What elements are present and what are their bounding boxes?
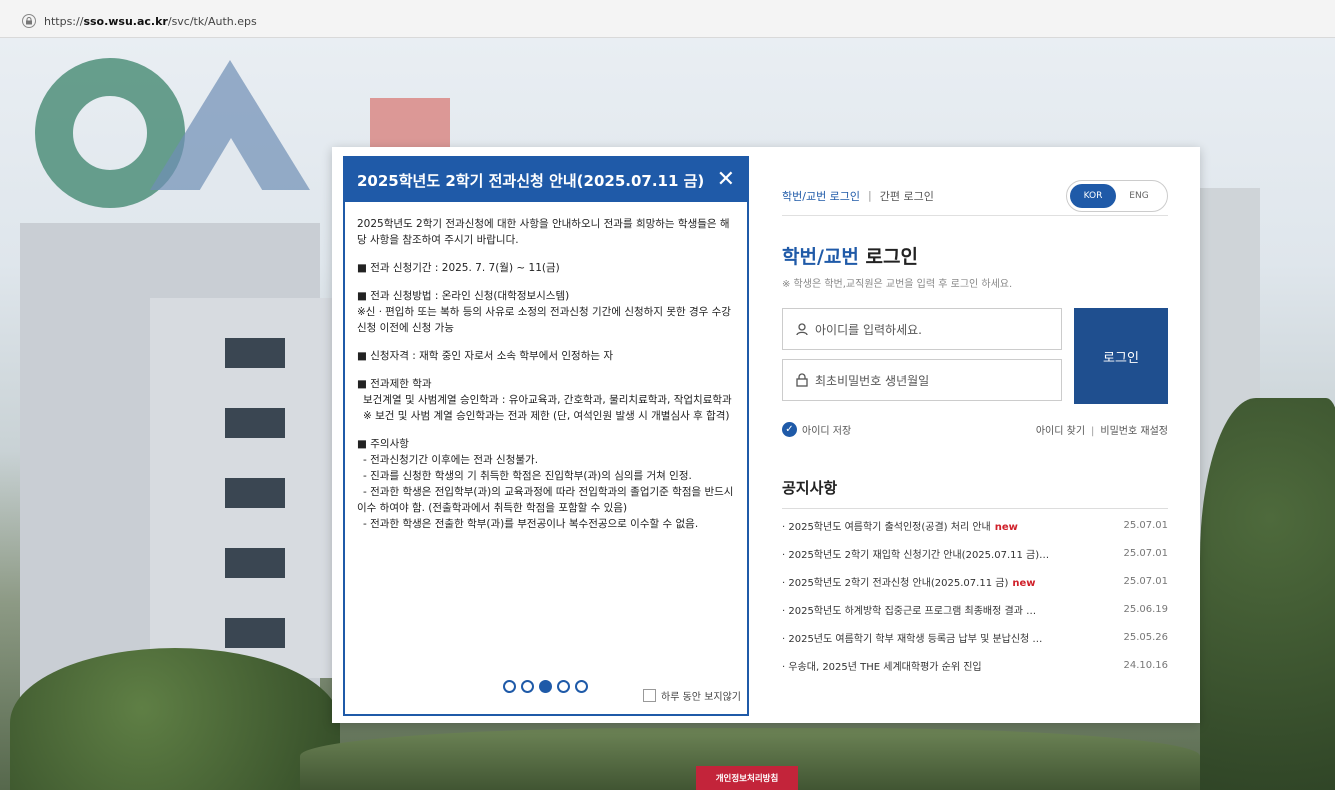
popup-header: 2025학년도 2학기 전과신청 안내(2025.07.11 금) ✕ xyxy=(345,158,747,202)
notice-text: · 2025년도 여름학기 학부 재학생 등록금 납부 및 분납신청 … xyxy=(782,633,1043,645)
notice-section-title: 공지사항 xyxy=(782,477,1168,509)
building-window xyxy=(225,548,285,578)
popup-restrict-detail: 보건계열 및 사범계열 승인학과 : 유아교육과, 간호학과, 물리치료학과, … xyxy=(363,394,732,406)
tab-simple-login[interactable]: 간편 로그인 xyxy=(880,188,934,204)
popup-caution-4: - 전과한 학생은 전출한 학부(과)를 부전공이나 복수전공으로 이수할 수 … xyxy=(363,518,699,530)
tab-id-login[interactable]: 학번/교번 로그인 xyxy=(782,188,860,204)
find-id-link[interactable]: 아이디 찾기 xyxy=(1036,426,1085,437)
popup-caution-1: - 전과신청기간 이후에는 전과 신청불가. xyxy=(363,454,539,466)
new-badge: new xyxy=(994,521,1018,533)
list-item[interactable]: · 우송대, 2025년 THE 세계대학평가 순위 진입 24.10.16 xyxy=(782,651,1168,679)
notice-date: 25.05.26 xyxy=(1123,631,1168,643)
popup-title: 2025학년도 2학기 전과신청 안내(2025.07.11 금) xyxy=(357,171,705,190)
list-item[interactable]: · 2025년도 여름학기 학부 재학생 등록금 납부 및 분납신청 … 25.0… xyxy=(782,623,1168,651)
notice-date: 25.07.01 xyxy=(1123,547,1168,559)
password-placeholder: 최초비밀번호 생년월일 xyxy=(815,373,930,388)
list-item[interactable]: · 2025학년도 여름학기 출석인정(공결) 처리 안내 new 25.07.01 xyxy=(782,511,1168,539)
carousel-dot[interactable] xyxy=(575,680,588,693)
notice-text: · 2025학년도 2학기 재입학 신청기간 안내(2025.07.11 금)… xyxy=(782,549,1050,561)
login-title-rest: 로그인 xyxy=(858,246,918,268)
user-icon xyxy=(796,323,808,336)
lock-icon xyxy=(22,14,36,28)
notice-text: · 우송대, 2025년 THE 세계대학평가 순위 진입 xyxy=(782,661,982,673)
id-placeholder: 아이디를 입력하세요. xyxy=(815,322,922,337)
popup-intro: 2025학년도 2학기 전과신청에 대한 사항을 안내하오니 전과를 희망하는 … xyxy=(357,218,730,246)
popup-footer: 하루 동안 보지않기 xyxy=(345,672,747,714)
address-field[interactable]: https://sso.wsu.ac.kr/svc/tk/Auth.eps xyxy=(22,14,257,28)
password-input[interactable]: 최초비밀번호 생년월일 xyxy=(782,359,1062,401)
popup-body: 2025학년도 2학기 전과신청에 대한 사항을 안내하오니 전과를 희망하는 … xyxy=(345,202,747,672)
building-window xyxy=(225,618,285,648)
login-hint: ※ 학생은 학번,교직원은 교번을 입력 후 로그인 하세요. xyxy=(782,279,1013,290)
link-separator: | xyxy=(1091,426,1095,437)
close-icon[interactable]: ✕ xyxy=(717,169,735,191)
id-input[interactable]: 아이디를 입력하세요. xyxy=(782,308,1062,350)
lang-kor-button[interactable]: KOR xyxy=(1070,184,1116,208)
check-icon[interactable]: ✓ xyxy=(782,422,797,437)
popup-caution-block: ■ 주의사항 - 전과신청기간 이후에는 전과 신청불가. - 진과를 신청한 … xyxy=(357,436,735,532)
notice-date: 24.10.16 xyxy=(1123,659,1168,671)
notice-date: 25.07.01 xyxy=(1123,575,1168,587)
login-form: 아이디를 입력하세요. 최초비밀번호 생년월일 로그인 xyxy=(782,308,1168,404)
list-item[interactable]: · 2025학년도 2학기 전과신청 안내(2025.07.11 금) new 25… xyxy=(782,567,1168,595)
notice-popup: 2025학년도 2학기 전과신청 안내(2025.07.11 금) ✕ 2025… xyxy=(343,156,749,716)
popup-restrict-title: ■ 전과제한 학과 xyxy=(357,378,432,390)
building-window xyxy=(225,478,285,508)
save-id-toggle[interactable]: ✓ 아이디 저장 xyxy=(782,422,851,437)
popup-restrict-block: ■ 전과제한 학과 보건계열 및 사범계열 승인학과 : 유아교육과, 간호학과… xyxy=(357,376,735,424)
popup-method-note: ※신ㆍ편입하 또는 복하 등의 사유로 소정의 전과신청 기간에 신청하지 못한… xyxy=(357,306,731,334)
browser-address-bar[interactable]: https://sso.wsu.ac.kr/svc/tk/Auth.eps xyxy=(0,0,1335,38)
carousel-dot[interactable] xyxy=(503,680,516,693)
tab-separator: | xyxy=(868,189,872,202)
login-title-blue: 학번/교번 xyxy=(782,246,859,268)
notice-text: · 2025학년도 하계방학 집중근로 프로그램 최종배정 결과 … xyxy=(782,605,1037,617)
list-item[interactable]: · 2025학년도 하계방학 집중근로 프로그램 최종배정 결과 … 25.06.… xyxy=(782,595,1168,623)
login-options: ✓ 아이디 저장 아이디 찾기 | 비밀번호 재설정 xyxy=(782,422,1168,437)
notice-date: 25.07.01 xyxy=(1123,519,1168,531)
login-title: 학번/교번 로그인 xyxy=(782,242,1168,269)
privacy-policy-link[interactable]: 개인정보처리방침 xyxy=(696,766,798,790)
notice-date: 25.06.19 xyxy=(1123,603,1168,615)
popup-qualification: ■ 신청자격 : 재학 중인 자로서 소속 학부에서 인정하는 자 xyxy=(357,350,614,362)
login-panel: 학번/교번 로그인 | 간편 로그인 KOR ENG 학번/교번 로그인 ※ 학… xyxy=(782,176,1168,679)
notice-text: · 2025학년도 여름학기 출석인정(공결) 처리 안내 new xyxy=(782,521,1018,533)
carousel-dot-active[interactable] xyxy=(539,680,552,693)
building-window xyxy=(225,408,285,438)
carousel-dots xyxy=(503,680,588,693)
list-item[interactable]: · 2025학년도 2학기 재입학 신청기간 안내(2025.07.11 금)…… xyxy=(782,539,1168,567)
popup-caution-2: - 진과를 신청한 학생의 기 취득한 학점은 진입학부(과)의 심의를 거쳐 … xyxy=(363,470,692,482)
notice-text: · 2025학년도 2학기 전과신청 안내(2025.07.11 금) new xyxy=(782,577,1036,589)
popup-method: ■ 전과 신청방법 : 온라인 신청(대학정보시스템) xyxy=(357,290,570,302)
lock-icon xyxy=(796,373,808,387)
popup-method-block: ■ 전과 신청방법 : 온라인 신청(대학정보시스템) ※신ㆍ편입하 또는 복하… xyxy=(357,288,735,336)
popup-period: ■ 전과 신청기간 : 2025. 7. 7(월) ~ 11(금) xyxy=(357,262,560,274)
carousel-dot[interactable] xyxy=(557,680,570,693)
save-id-label: 아이디 저장 xyxy=(802,426,852,437)
language-toggle[interactable]: KOR ENG xyxy=(1066,180,1168,212)
dont-show-checkbox[interactable] xyxy=(643,689,657,702)
new-badge: new xyxy=(1012,577,1036,589)
trees-left xyxy=(10,648,340,790)
login-button[interactable]: 로그인 xyxy=(1074,308,1168,404)
notice-list: · 2025학년도 여름학기 출석인정(공결) 처리 안내 new 25.07.01… xyxy=(782,511,1168,679)
logo-triangle-inner xyxy=(195,138,267,198)
popup-caution-3: - 전과한 학생은 전입학부(과)의 교육과정에 따라 전입학과의 졸업기준 학… xyxy=(357,486,734,514)
building-window xyxy=(225,338,285,368)
reset-password-link[interactable]: 비밀번호 재설정 xyxy=(1100,426,1168,437)
trees-right xyxy=(1200,398,1335,790)
url-text: https://sso.wsu.ac.kr/svc/tk/Auth.eps xyxy=(44,14,257,28)
dont-show-label: 하루 동안 보지않기 xyxy=(661,692,741,703)
dont-show-today[interactable]: 하루 동안 보지않기 xyxy=(643,688,741,703)
popup-restrict-note: ※ 보건 및 사범 계열 승인학과는 전과 제한 (단, 여석인원 발생 시 개… xyxy=(363,410,730,422)
lang-eng-button[interactable]: ENG xyxy=(1116,184,1162,208)
popup-caution-title: ■ 주의사항 xyxy=(357,438,409,450)
carousel-dot[interactable] xyxy=(521,680,534,693)
account-links: 아이디 찾기 | 비밀번호 재설정 xyxy=(1036,422,1168,437)
